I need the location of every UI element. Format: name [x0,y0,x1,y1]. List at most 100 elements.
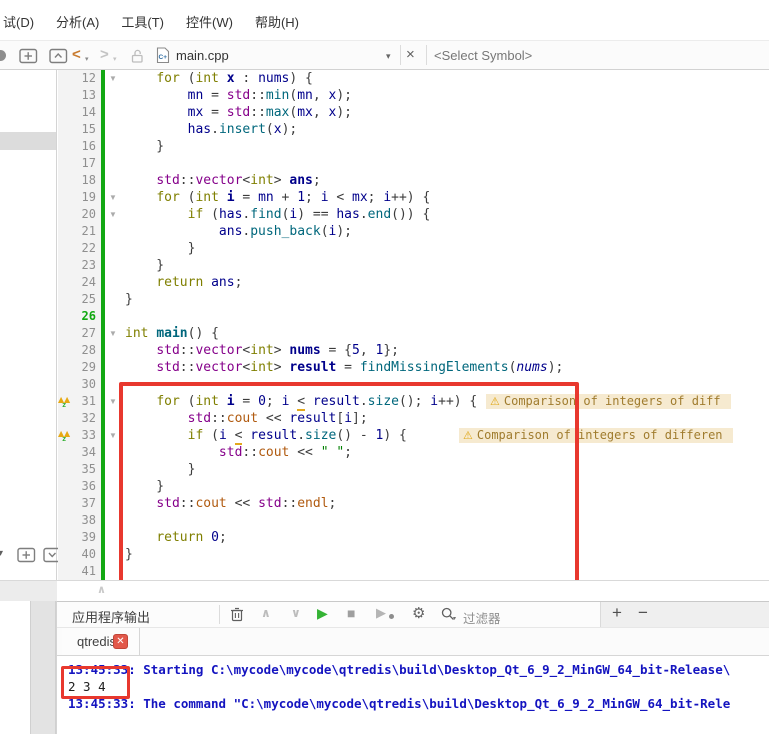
code-line[interactable] [121,376,769,393]
strip-scroll-band[interactable] [0,132,56,150]
gutter-line[interactable]: 18 [58,172,101,189]
code-line[interactable]: has.insert(x); [121,121,769,138]
code-line[interactable]: } [121,257,769,274]
code-line[interactable]: } [121,461,769,478]
gutter-line[interactable]: 24 [58,274,101,291]
line-number-gutter[interactable]: 12 13 14 15 16 17 18 19 20 21 22 23 24 25 26 27 28 29 30 ▲ ▲… [58,70,101,580]
gutter-line[interactable]: 12 [58,70,101,87]
symbol-selector[interactable]: <Select Symbol> [434,48,532,63]
code-line[interactable]: if (i < result.size() - 1) {⚠ Comparison … [121,427,769,445]
next-item-icon[interactable]: ∨ [291,606,301,620]
code-line[interactable] [121,512,769,529]
gutter-line[interactable]: 38 [58,512,101,529]
code-line[interactable]: std::cout << result[i]; [121,410,769,427]
code-line[interactable]: for (int x : nums) { [121,70,769,87]
gutter-line[interactable]: 15 [58,121,101,138]
gutter-line[interactable]: 36 [58,478,101,495]
go-forward-button[interactable]: > [100,46,109,63]
code-line[interactable]: return ans; [121,274,769,291]
code-text-area[interactable]: for (int x : nums) { mn = std::min(mn, x… [121,70,769,580]
go-forward-caret-icon[interactable]: ▾ [113,55,117,63]
code-line[interactable] [121,308,769,325]
code-line[interactable]: std::cout << std::endl; [121,495,769,512]
code-line[interactable]: mx = std::max(mx, x); [121,104,769,121]
go-back-button[interactable]: < [72,46,81,63]
gutter-line[interactable]: ▲ ▲ z 31 [58,393,101,410]
gutter-line[interactable]: 23 [58,257,101,274]
bottom-left-scroll-column[interactable] [30,601,56,734]
scroll-up-icon[interactable]: ∧ [97,583,106,596]
application-output-area[interactable]: 13:45:33: Starting C:\mycode\mycode\qtre… [57,656,769,734]
gutter-line[interactable]: 40 [58,546,101,563]
gutter-line[interactable]: 34 [58,444,101,461]
gutter-line[interactable]: 26 [58,308,101,325]
gutter-line[interactable]: 22 [58,240,101,257]
gutter-line[interactable]: 20 [58,206,101,223]
filter-caret-icon[interactable]: ▾ [453,615,456,622]
gutter-line[interactable]: 39 [58,529,101,546]
output-line[interactable]: 13:45:33: Starting C:\mycode\mycode\qtre… [68,661,769,678]
code-line[interactable]: } [121,478,769,495]
fold-marker-icon[interactable]: ▼ [109,431,117,440]
code-line[interactable]: return 0; [121,529,769,546]
gutter-line[interactable]: 19 [58,189,101,206]
menu-item-debug[interactable]: 试(D) [0,9,45,34]
previous-item-icon[interactable]: ∧ [261,606,271,620]
gutter-line[interactable]: 13 [58,87,101,104]
gutter-line[interactable]: 25 [58,291,101,308]
code-line[interactable]: for (int i = 0; i < result.size(); i++) … [121,393,769,411]
code-line[interactable]: } [121,291,769,308]
gutter-line[interactable]: ▲ ▲ z 33 [58,427,101,444]
strip-triangle-icon[interactable]: ▾ [0,548,3,559]
close-document-button[interactable]: × [406,46,415,63]
go-back-caret-icon[interactable]: ▾ [85,55,89,63]
menu-item-help[interactable]: 帮助(H) [244,9,310,34]
menu-item-tools[interactable]: 工具(T) [110,9,175,34]
code-line[interactable]: std::vector<int> ans; [121,172,769,189]
gutter-line[interactable]: 35 [58,461,101,478]
tab-close-icon[interactable]: ✕ [113,634,128,649]
output-line[interactable]: 2 3 4 [68,678,769,695]
fold-marker-icon[interactable]: ▼ [109,397,117,406]
gutter-line[interactable]: 17 [58,155,101,172]
fold-marker-icon[interactable]: ▼ [109,329,117,338]
menu-item-analyze[interactable]: 分析(A) [45,9,110,34]
code-folding-column[interactable]: ▼ ▼ ▼ ▼ ▼ ▼ [105,70,121,580]
fold-marker-icon[interactable]: ▼ [109,210,117,219]
code-line[interactable]: for (int i = mn + 1; i < mx; i++) { [121,189,769,206]
code-line[interactable]: int main() { [121,325,769,342]
output-line[interactable]: 13:45:33: The command "C:\mycode\mycode\… [68,695,769,712]
gutter-line[interactable]: 14 [58,104,101,121]
document-dropdown-caret-icon[interactable]: ▾ [386,51,391,62]
code-line[interactable]: std::vector<int> nums = {5, 1}; [121,342,769,359]
run-button[interactable]: ▶ [317,605,328,622]
gutter-line[interactable]: 27 [58,325,101,342]
code-line[interactable] [121,155,769,172]
settings-gear-icon[interactable]: ⚙ [412,604,425,622]
zoom-out-button[interactable]: − [638,603,648,623]
run-debug-button[interactable]: ▶ [376,605,386,621]
filter-input[interactable]: 过滤器 [463,608,501,627]
code-line[interactable]: } [121,240,769,257]
gutter-line[interactable]: 16 [58,138,101,155]
code-line[interactable]: std::vector<int> result = findMissingEle… [121,359,769,376]
tab-qtredis[interactable]: qtredis ✕ [62,628,140,655]
open-document-selector[interactable]: main.cpp [176,48,229,63]
code-line[interactable]: } [121,546,769,563]
fold-marker-icon[interactable]: ▼ [109,74,117,83]
add-split-icon[interactable] [17,547,36,563]
menu-item-widgets[interactable]: 控件(W) [175,9,244,34]
gutter-line[interactable]: 21 [58,223,101,240]
gutter-line[interactable]: 29 [58,359,101,376]
code-line[interactable] [121,563,769,580]
clear-output-icon[interactable] [230,607,244,622]
code-line[interactable]: } [121,138,769,155]
gutter-line[interactable]: 41 [58,563,101,580]
stop-button[interactable]: ■ [347,605,355,621]
code-line[interactable]: std::cout << " "; [121,444,769,461]
code-line[interactable]: mn = std::min(mn, x); [121,87,769,104]
fold-marker-icon[interactable]: ▼ [109,193,117,202]
code-line[interactable]: if (has.find(i) == has.end()) { [121,206,769,223]
gutter-line[interactable]: 28 [58,342,101,359]
code-line[interactable]: ans.push_back(i); [121,223,769,240]
